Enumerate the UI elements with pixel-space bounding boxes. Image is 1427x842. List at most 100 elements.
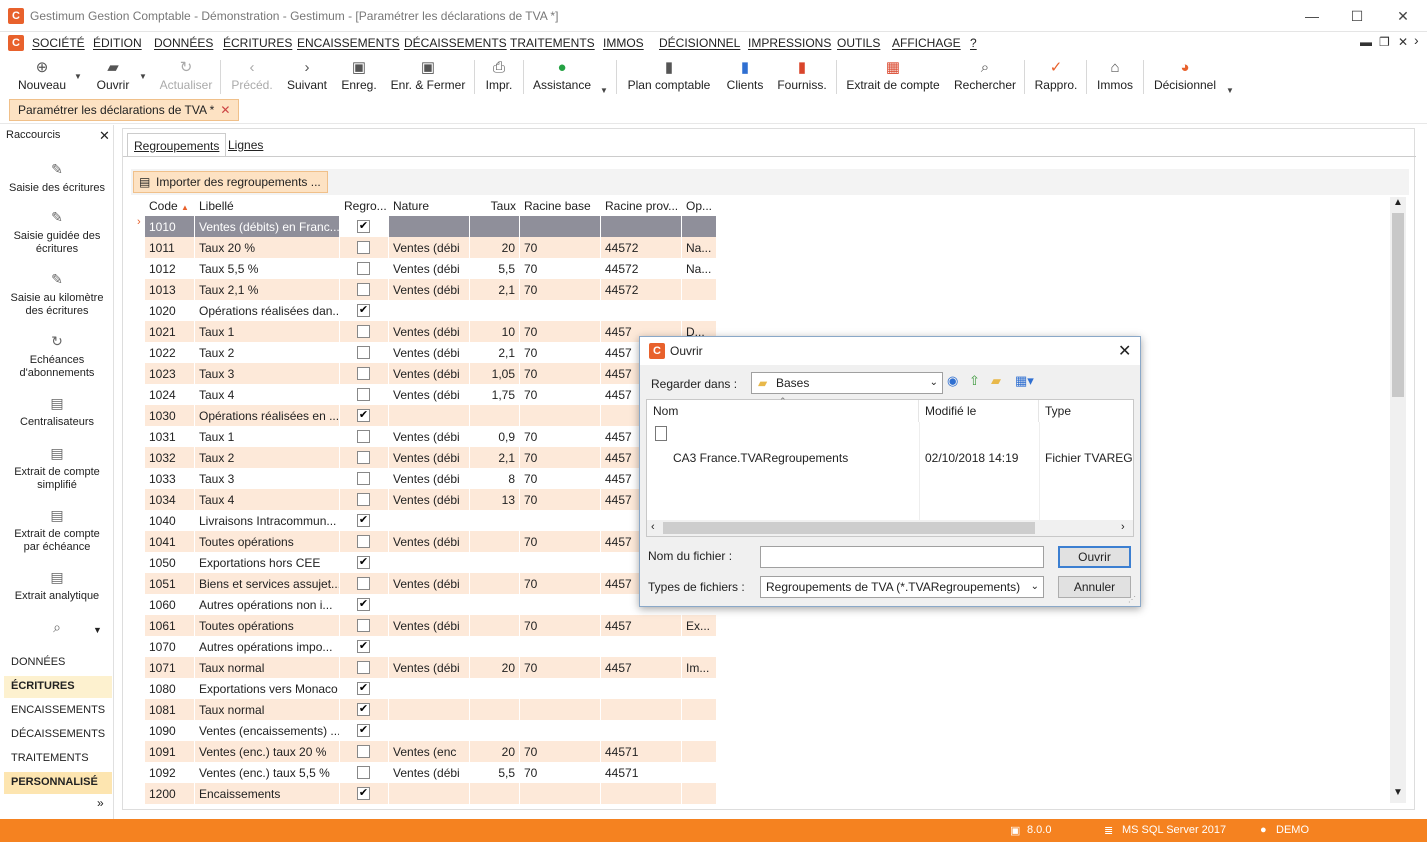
- cell-libelle[interactable]: Ventes (enc.) taux 5,5 %: [195, 762, 340, 783]
- cell-code[interactable]: 1031: [145, 426, 195, 447]
- table-row[interactable]: 1061 Toutes opérations Ventes (débi 70 4457 E…: [135, 615, 717, 636]
- cell-code[interactable]: 1071: [145, 657, 195, 678]
- cell-rb[interactable]: [520, 300, 601, 321]
- plan-comptable-button[interactable]: ▮ Plan comptable: [626, 56, 712, 98]
- table-row[interactable]: 1031 Taux 1 Ventes (débi 0,9 70 4457: [135, 426, 717, 447]
- checkbox-checked[interactable]: ✔: [357, 682, 370, 695]
- clients-button[interactable]: ▮ Clients: [724, 56, 766, 98]
- cell-rb[interactable]: [520, 510, 601, 531]
- cell-code[interactable]: 1060: [145, 594, 195, 615]
- cell-nature[interactable]: Ventes (débi: [389, 321, 470, 342]
- rechercher-button[interactable]: ⌕ Rechercher: [954, 56, 1016, 98]
- cell-libelle[interactable]: Biens et services assujet...: [195, 573, 340, 594]
- look-in-combo[interactable]: ▰ Bases ⌄: [751, 372, 943, 394]
- cell-libelle[interactable]: Taux 2: [195, 447, 340, 468]
- cell-op[interactable]: Na...: [682, 258, 717, 279]
- cell-rb[interactable]: 70: [520, 531, 601, 552]
- checkbox-checked[interactable]: ✔: [357, 640, 370, 653]
- cell-code[interactable]: 1080: [145, 678, 195, 699]
- cell-taux[interactable]: 0,9: [470, 426, 520, 447]
- cell-rb[interactable]: 70: [520, 447, 601, 468]
- table-row[interactable]: 1021 Taux 1 Ventes (débi 10 70 4457 D...: [135, 321, 717, 342]
- up-folder-icon[interactable]: ⇧: [969, 373, 980, 389]
- cell-nature[interactable]: [389, 216, 470, 237]
- cell-rb[interactable]: [520, 699, 601, 720]
- cell-regro[interactable]: [340, 426, 389, 447]
- section-ecritures[interactable]: ÉCRITURES: [4, 676, 112, 698]
- scroll-down-icon[interactable]: ▼: [93, 625, 102, 635]
- tab-regroupements[interactable]: Regroupements: [127, 133, 227, 157]
- menu-traitements[interactable]: TRAITEMENTS: [510, 36, 595, 50]
- menu-decaissements[interactable]: DÉCAISSEMENTS: [404, 36, 507, 50]
- toolbar-overflow-icon-2[interactable]: ▼: [1226, 86, 1234, 95]
- scrollbar-thumb[interactable]: [1392, 213, 1404, 397]
- cell-taux[interactable]: [470, 300, 520, 321]
- table-row[interactable]: 1034 Taux 4 Ventes (débi 13 70 4457: [135, 489, 717, 510]
- cell-op[interactable]: [682, 279, 717, 300]
- table-row[interactable]: 1023 Taux 3 Ventes (débi 1,05 70 4457: [135, 363, 717, 384]
- cell-libelle[interactable]: Opérations réalisées en ...: [195, 405, 340, 426]
- cell-nature[interactable]: [389, 300, 470, 321]
- cell-rb[interactable]: [520, 783, 601, 804]
- cell-regro[interactable]: [340, 363, 389, 384]
- cell-code[interactable]: 1081: [145, 699, 195, 720]
- cell-nature[interactable]: Ventes (débi: [389, 657, 470, 678]
- cell-regro[interactable]: ✔: [340, 594, 389, 615]
- mdi-close-icon[interactable]: ✕: [1398, 35, 1408, 49]
- section-traitements[interactable]: TRAITEMENTS: [4, 748, 112, 770]
- cell-regro[interactable]: [340, 342, 389, 363]
- back-icon[interactable]: ◉: [947, 373, 958, 389]
- table-row[interactable]: 1020 Opérations réalisées dan... ✔: [135, 300, 717, 321]
- menu-logo-icon[interactable]: C: [8, 35, 24, 51]
- cell-nature[interactable]: [389, 636, 470, 657]
- cell-regro[interactable]: ✔: [340, 216, 389, 237]
- cell-rb[interactable]: 70: [520, 279, 601, 300]
- cell-rp[interactable]: 44571: [601, 741, 682, 762]
- cell-code[interactable]: 1070: [145, 636, 195, 657]
- checkbox-checked[interactable]: ✔: [357, 703, 370, 716]
- view-menu-icon[interactable]: ▦▾: [1015, 373, 1034, 389]
- cell-rp[interactable]: [601, 678, 682, 699]
- doc-tab-tva[interactable]: Paramétrer les déclarations de TVA * ✕: [9, 99, 240, 121]
- cell-libelle[interactable]: Taux 4: [195, 489, 340, 510]
- cell-rb[interactable]: [520, 405, 601, 426]
- checkbox-unchecked[interactable]: [357, 661, 370, 674]
- cell-taux[interactable]: [470, 678, 520, 699]
- cell-code[interactable]: 1020: [145, 300, 195, 321]
- table-row[interactable]: 1092 Ventes (enc.) taux 5,5 % Ventes (débi…: [135, 762, 717, 783]
- cell-nature[interactable]: Ventes (débi: [389, 384, 470, 405]
- cell-code[interactable]: 1061: [145, 615, 195, 636]
- fourniss-button[interactable]: ▮ Fourniss.: [776, 56, 828, 98]
- checkbox-unchecked[interactable]: [357, 577, 370, 590]
- shortcut-extrait-simplifie[interactable]: ▤ Extrait de compte simplifié: [0, 446, 114, 492]
- menu-affichage[interactable]: AFFICHAGE: [892, 36, 961, 50]
- table-row[interactable]: 1022 Taux 2 Ventes (débi 2,1 70 4457: [135, 342, 717, 363]
- table-row[interactable]: 1030 Opérations réalisées en ... ✔: [135, 405, 717, 426]
- cell-op[interactable]: [682, 741, 717, 762]
- cell-taux[interactable]: [470, 699, 520, 720]
- cell-code[interactable]: 1051: [145, 573, 195, 594]
- cell-rb[interactable]: 70: [520, 762, 601, 783]
- table-row[interactable]: 1041 Toutes opérations Ventes (débi 70 4457: [135, 531, 717, 552]
- menu-decisionnel[interactable]: DÉCISIONNEL: [659, 36, 740, 50]
- cell-nature[interactable]: Ventes (débi: [389, 573, 470, 594]
- cell-code[interactable]: 1090: [145, 720, 195, 741]
- section-encaissements[interactable]: ENCAISSEMENTS: [4, 700, 112, 722]
- cell-rb[interactable]: [520, 216, 601, 237]
- checkbox-checked[interactable]: ✔: [357, 724, 370, 737]
- menu-impressions[interactable]: IMPRESSIONS: [748, 36, 831, 50]
- horizontal-scrollbar[interactable]: ‹ ›: [647, 520, 1133, 536]
- cell-nature[interactable]: Ventes (débi: [389, 363, 470, 384]
- menu-ecritures[interactable]: ÉCRITURES: [223, 36, 292, 50]
- table-row[interactable]: 1050 Exportations hors CEE ✔: [135, 552, 717, 573]
- cell-code[interactable]: 1012: [145, 258, 195, 279]
- cell-rp[interactable]: [601, 783, 682, 804]
- cell-rb[interactable]: 70: [520, 489, 601, 510]
- cell-regro[interactable]: [340, 489, 389, 510]
- cell-code[interactable]: 1091: [145, 741, 195, 762]
- impr-button[interactable]: ⎙ Impr.: [482, 56, 516, 98]
- cell-libelle[interactable]: Ventes (enc.) taux 20 %: [195, 741, 340, 762]
- cell-op[interactable]: [682, 762, 717, 783]
- cell-libelle[interactable]: Taux normal: [195, 657, 340, 678]
- cell-taux[interactable]: 8: [470, 468, 520, 489]
